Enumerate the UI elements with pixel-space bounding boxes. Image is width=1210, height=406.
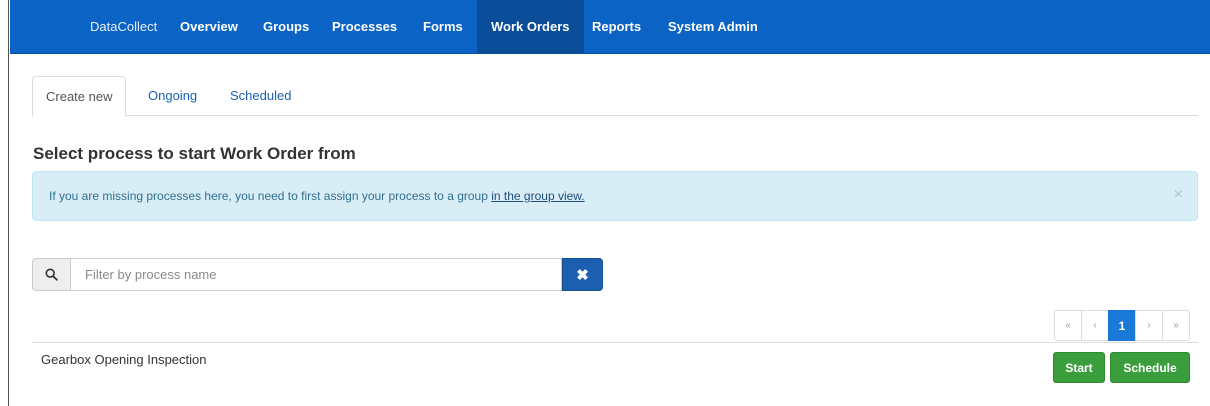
top-navbar: DataCollect Overview Groups Processes Fo… [10, 0, 1210, 54]
work-order-tabs: Create new Ongoing Scheduled [32, 76, 1198, 117]
row-divider [32, 342, 1198, 343]
tab-ongoing[interactable]: Ongoing [148, 76, 197, 116]
start-button[interactable]: Start [1053, 352, 1105, 383]
tab-scheduled[interactable]: Scheduled [230, 76, 291, 116]
alert-text: If you are missing processes here, you n… [49, 189, 492, 203]
tab-create-new[interactable]: Create new [32, 76, 127, 117]
pagination: « ‹ 1 › » [1054, 310, 1190, 341]
nav-overview[interactable]: Overview [166, 0, 252, 54]
info-alert: If you are missing processes here, you n… [32, 171, 1198, 221]
nav-processes[interactable]: Processes [318, 0, 411, 54]
alert-message: If you are missing processes here, you n… [49, 189, 585, 203]
brand-link[interactable]: DataCollect [76, 0, 171, 54]
nav-work-orders[interactable]: Work Orders [477, 0, 584, 54]
schedule-button[interactable]: Schedule [1110, 352, 1190, 383]
first-page-button[interactable]: « [1054, 310, 1082, 341]
nav-system-admin[interactable]: System Admin [654, 0, 772, 54]
nav-forms[interactable]: Forms [409, 0, 477, 54]
group-view-link[interactable]: in the group view. [491, 189, 584, 203]
next-page-button[interactable]: › [1135, 310, 1163, 341]
process-filter: ✖ [32, 258, 603, 291]
search-input[interactable] [70, 258, 562, 291]
nav-reports[interactable]: Reports [578, 0, 655, 54]
page-title: Select process to start Work Order from [33, 144, 356, 163]
nav-groups[interactable]: Groups [249, 0, 323, 54]
prev-page-button[interactable]: ‹ [1081, 310, 1109, 341]
last-page-button[interactable]: » [1162, 310, 1190, 341]
close-icon[interactable]: × [1174, 186, 1183, 204]
clear-filter-button[interactable]: ✖ [562, 258, 603, 291]
page-1-button[interactable]: 1 [1108, 310, 1136, 341]
search-icon [32, 258, 71, 291]
process-name: Gearbox Opening Inspection [41, 352, 207, 367]
